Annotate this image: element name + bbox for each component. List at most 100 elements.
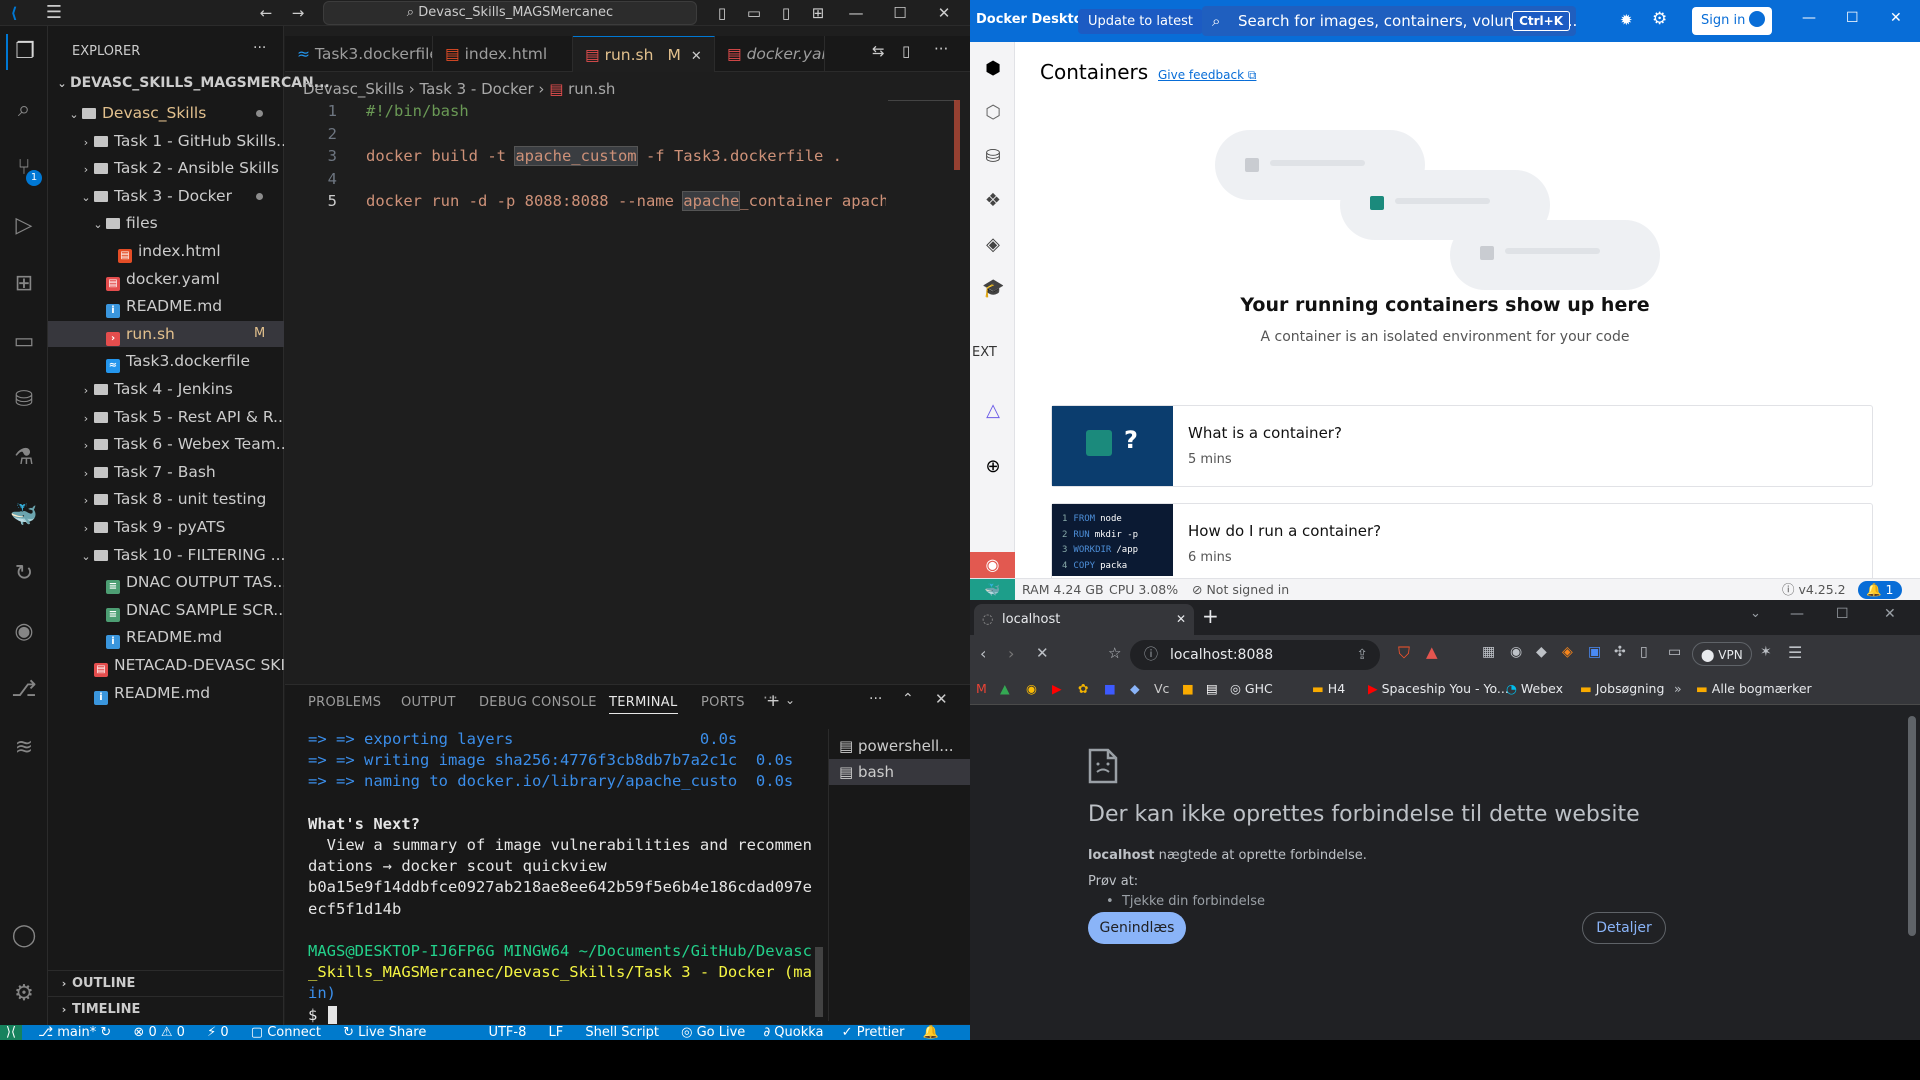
remote-explorer-icon[interactable]: ▭	[6, 324, 42, 360]
explorer-icon[interactable]: ❐	[6, 34, 42, 70]
maximize-icon[interactable]: ☐	[890, 3, 910, 23]
panel-tab[interactable]: OUTPUT	[401, 695, 456, 710]
account-icon[interactable]: ◯	[6, 918, 42, 954]
images-nav-icon[interactable]: ⬡	[982, 102, 1004, 124]
git-branch[interactable]: ⎇ main* ↻	[38, 1025, 111, 1040]
close-icon[interactable]: ✕	[1884, 606, 1896, 622]
panel-tab[interactable]: PORTS	[701, 695, 745, 710]
brave-rewards-icon[interactable]: ▲	[1426, 643, 1438, 661]
address-bar[interactable]: ⓘ localhost:8088 ⇪	[1130, 640, 1380, 670]
code-line[interactable]: #!/bin/bash	[366, 100, 886, 122]
gmail-icon[interactable]: M	[976, 675, 987, 703]
terminal-instance[interactable]: ▤ powershell...	[829, 733, 970, 759]
file-item[interactable]: ▤ docker.yaml	[48, 266, 284, 292]
problems-count[interactable]: ⊗ 0 ⚠ 0	[133, 1025, 185, 1040]
encoding[interactable]: UTF-8	[488, 1025, 526, 1040]
leo-icon[interactable]: ✶	[1760, 644, 1772, 660]
extension-icon[interactable]: ◆	[1536, 644, 1547, 660]
file-item[interactable]: i README.md	[48, 293, 284, 319]
forward-icon[interactable]: ›	[1008, 644, 1014, 663]
extension-icon[interactable]: ▦	[1482, 644, 1495, 660]
all-bookmarks[interactable]: ▬ Alle bogmærker	[1696, 675, 1812, 703]
editor-tab[interactable]: ▤ docker.yan	[715, 36, 825, 72]
bookmark-h4[interactable]: ▬ H4	[1312, 675, 1345, 703]
tab-search-icon[interactable]: ⌄	[1750, 606, 1761, 621]
learn-card-run-container[interactable]: 1 FROM node 2 RUN mkdir -p 3 WORKDIR/app 4 COPY pa…	[1051, 503, 1873, 583]
eol[interactable]: LF	[549, 1025, 564, 1040]
learn-card-what-is-container[interactable]: ? What is a container? 5 mins	[1051, 405, 1873, 487]
bookmark-icon[interactable]: ▤	[1206, 675, 1218, 703]
terminal-instance[interactable]: ▤ bash	[829, 759, 970, 785]
live-share-icon[interactable]: ↻	[6, 556, 42, 592]
settings-gear-icon[interactable]: ⚙	[6, 976, 42, 1012]
breadcrumb-item[interactable]: Devasc_Skills	[303, 80, 404, 98]
minimize-icon[interactable]: —	[1802, 10, 1816, 26]
editor-tab[interactable]: ▤ index.html	[433, 36, 573, 72]
close-icon[interactable]: ✕	[1890, 10, 1902, 26]
folder-item[interactable]: › Task 2 - Ansible Skills	[48, 155, 284, 181]
toggle-secondary-sidebar-icon[interactable]: ▯	[776, 3, 796, 23]
give-feedback-link[interactable]: Give feedback ⧉	[1158, 68, 1256, 83]
menu-icon[interactable]: ☰	[44, 3, 64, 23]
quokka-button[interactable]: ∂ Quokka	[763, 1025, 823, 1040]
terminal-scrollbar[interactable]	[815, 947, 823, 1017]
folder-item[interactable]: › Task 5 - Rest API & R...	[48, 404, 284, 430]
toggle-panel-icon[interactable]: ▭	[744, 3, 764, 23]
page-scrollbar[interactable]	[1908, 716, 1916, 936]
close-icon[interactable]: ✕	[934, 3, 954, 23]
photos-icon[interactable]: ✿	[1078, 675, 1088, 703]
record-icon[interactable]: ◉	[970, 552, 1015, 578]
bookmark-icon[interactable]: ☆	[1108, 644, 1121, 662]
engine-running-icon[interactable]: 🐳	[970, 579, 1015, 600]
extensions-icon[interactable]: ⊞	[6, 266, 42, 302]
folder-item[interactable]: ⌄ Devasc_Skills	[48, 100, 284, 126]
bookmark-webex[interactable]: ◔ Webex	[1506, 675, 1563, 703]
bookmark-jobsogning[interactable]: ▬ Jobsøgning	[1580, 675, 1664, 703]
code-line[interactable]: docker run -d -p 8088:8088 --name apache…	[366, 190, 886, 212]
file-item[interactable]: i README.md	[48, 680, 284, 706]
terminal-dropdown-icon[interactable]: ⌄	[785, 693, 795, 707]
bug-icon[interactable]: ✹	[1620, 11, 1633, 29]
bookmark-icon[interactable]: ■	[1182, 675, 1194, 703]
editor-layout-icon[interactable]: ▯	[902, 42, 910, 60]
bookmark-icon[interactable]: ◆	[1130, 675, 1140, 703]
back-icon[interactable]: ‹	[980, 644, 986, 663]
file-item[interactable]: › run.sh M	[48, 320, 284, 347]
share-icon[interactable]: ⇪	[1356, 640, 1368, 670]
more-actions-icon[interactable]: ···	[253, 40, 266, 56]
outline-section[interactable]: › OUTLINE	[48, 970, 284, 996]
vpn-button[interactable]: ⬤ VPN	[1692, 642, 1752, 666]
toggle-sidebar-icon[interactable]: ▯	[712, 3, 732, 23]
drive-icon[interactable]: ▲	[1000, 675, 1010, 703]
file-item[interactable]: ≡ DNAC SAMPLE SCR...	[48, 597, 284, 623]
connect-button[interactable]: ▢ Connect	[251, 1025, 321, 1040]
folder-item[interactable]: › Task 6 - Webex Team...	[48, 431, 284, 457]
youtube-icon[interactable]: ▶	[1052, 675, 1062, 703]
prettier-button[interactable]: ✓ Prettier	[842, 1025, 905, 1040]
test-flask-icon[interactable]: ⚗	[6, 440, 42, 476]
go-live-button[interactable]: ◎ Go Live	[681, 1025, 745, 1040]
panel-tab[interactable]: DEBUG CONSOLE	[479, 695, 597, 710]
docker-search[interactable]: ⌕ Search for images, containers, volumes…	[1202, 6, 1576, 36]
folder-item[interactable]: › Task 1 - GitHub Skills...	[48, 128, 284, 154]
translate-icon[interactable]: ▣	[1588, 644, 1601, 660]
breadcrumb-item[interactable]: Task 3 - Docker	[419, 80, 533, 98]
language-mode[interactable]: Shell Script	[585, 1025, 659, 1040]
folder-item[interactable]: ⌄ Task 10 - FILTERING ...	[48, 542, 284, 568]
maximize-icon[interactable]: ☐	[1836, 606, 1849, 622]
scout-nav-icon[interactable]: ◈	[982, 234, 1004, 256]
menu-icon[interactable]: ☰	[1788, 643, 1802, 662]
stop-loading-icon[interactable]: ✕	[1036, 644, 1049, 662]
details-button[interactable]: Detaljer	[1582, 912, 1666, 944]
update-button[interactable]: Update to latest	[1078, 9, 1203, 34]
panel-tab[interactable]: PROBLEMS	[308, 695, 381, 710]
settings-gear-icon[interactable]: ⚙	[1652, 9, 1667, 29]
folder-item[interactable]: › Task 9 - pyATS	[48, 514, 284, 540]
folder-item[interactable]: ⌄ files	[48, 210, 284, 236]
run-debug-icon[interactable]: ▷	[6, 208, 42, 244]
builds-nav-icon[interactable]: ❖	[982, 190, 1004, 212]
source-control-icon[interactable]: ⑂ 1	[6, 150, 42, 186]
new-tab-icon[interactable]: +	[1202, 604, 1219, 628]
folder-item[interactable]: ⌄ Task 3 - Docker	[48, 183, 284, 209]
docker-whale-icon[interactable]: 🐳	[6, 498, 42, 534]
